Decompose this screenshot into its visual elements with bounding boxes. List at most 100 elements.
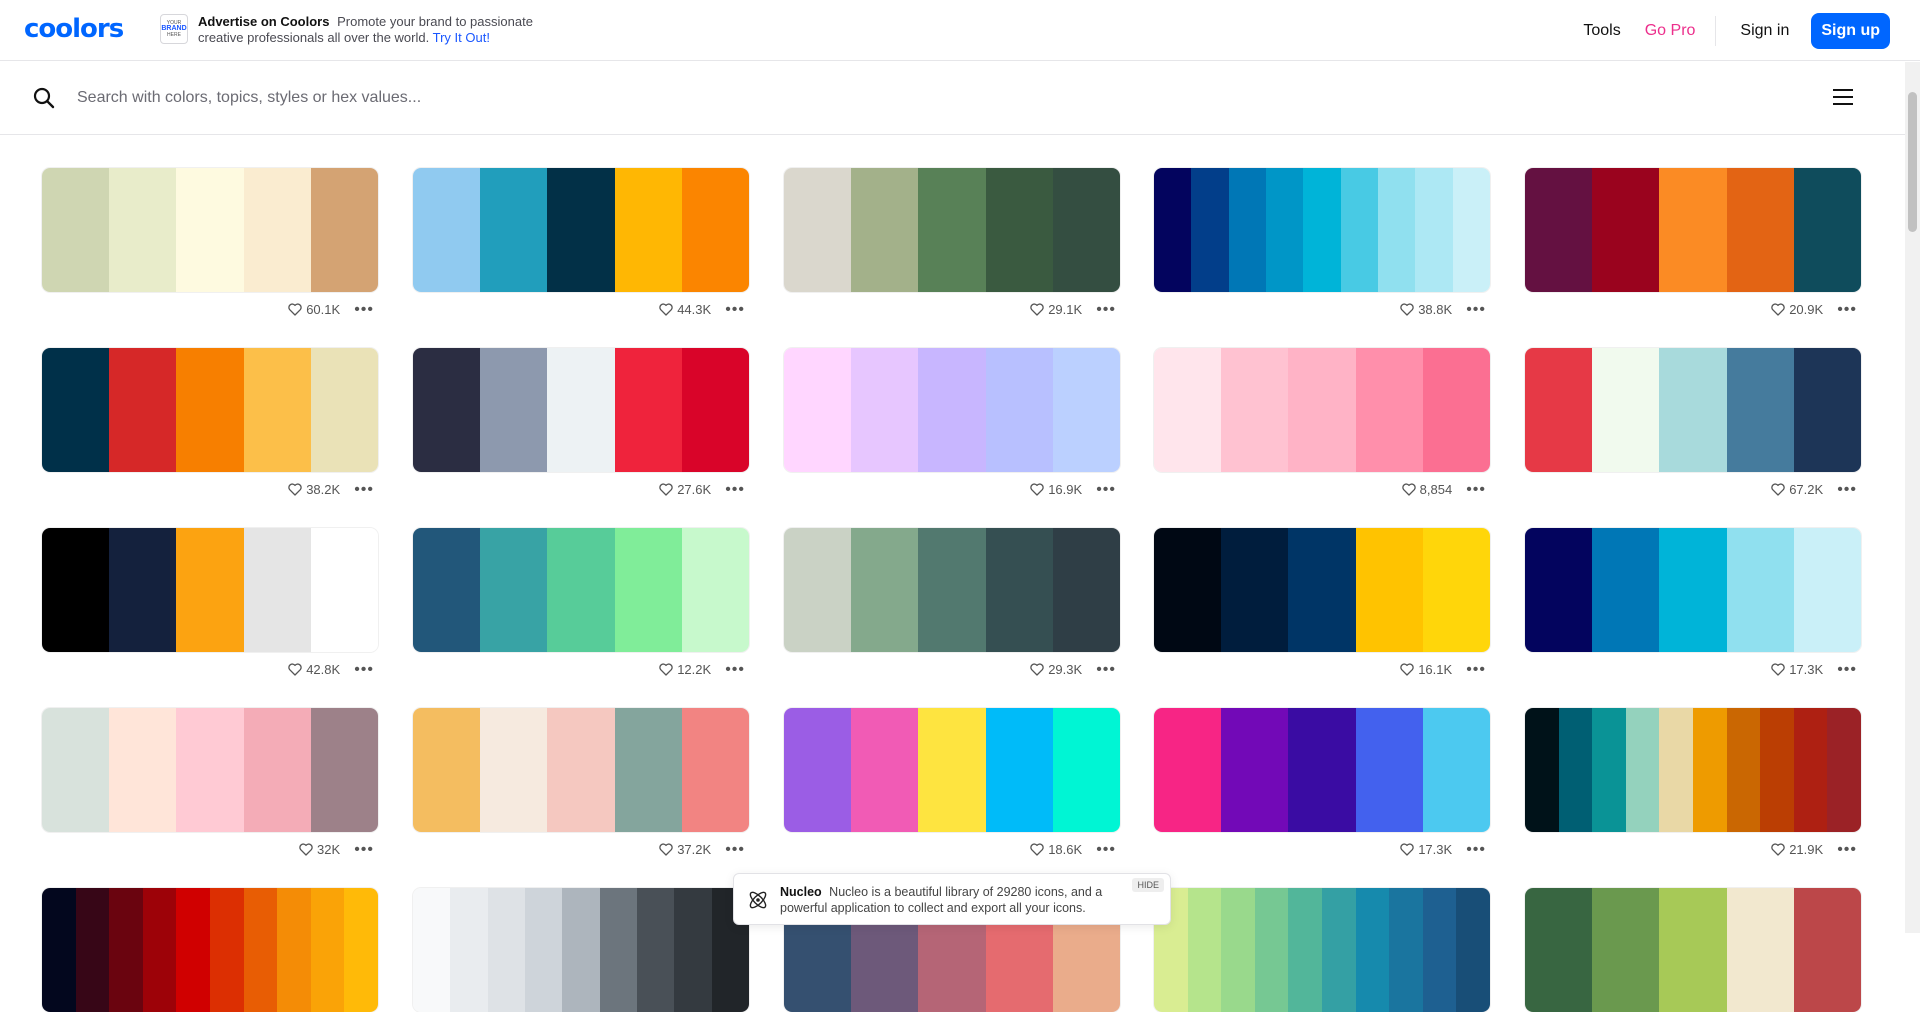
heart-icon[interactable]: [288, 303, 302, 316]
color-swatch[interactable]: [784, 348, 852, 472]
heart-icon[interactable]: [659, 303, 673, 316]
color-swatch[interactable]: [614, 708, 682, 832]
color-swatch[interactable]: [1154, 168, 1192, 292]
color-swatch[interactable]: [310, 348, 378, 472]
color-swatch[interactable]: [1415, 168, 1453, 292]
heart-icon[interactable]: [299, 843, 313, 856]
heart-icon[interactable]: [1400, 843, 1414, 856]
color-swatch[interactable]: [985, 348, 1053, 472]
color-swatch[interactable]: [1452, 168, 1490, 292]
color-swatch[interactable]: [1355, 528, 1423, 652]
color-swatch[interactable]: [1422, 888, 1457, 1012]
color-swatch[interactable]: [109, 708, 177, 832]
palette-card[interactable]: 16.9K •••: [784, 348, 1120, 497]
color-swatch[interactable]: [1592, 708, 1626, 832]
palette-swatches[interactable]: [784, 348, 1120, 472]
scrollbar-thumb[interactable]: [1908, 92, 1917, 232]
color-swatch[interactable]: [918, 348, 986, 472]
heart-icon[interactable]: [659, 843, 673, 856]
color-swatch[interactable]: [524, 888, 563, 1012]
color-swatch[interactable]: [1659, 888, 1727, 1012]
color-swatch[interactable]: [985, 168, 1053, 292]
color-swatch[interactable]: [1288, 348, 1356, 472]
heart-icon[interactable]: [1401, 483, 1416, 496]
ad-banner[interactable]: YOUR BRAND HERE Advertise on Coolors Pro…: [160, 14, 558, 46]
color-swatch[interactable]: [176, 708, 244, 832]
color-swatch[interactable]: [243, 528, 311, 652]
more-options-icon[interactable]: •••: [725, 661, 745, 677]
color-swatch[interactable]: [1592, 348, 1660, 472]
color-swatch[interactable]: [42, 528, 110, 652]
page-scrollbar[interactable]: [1905, 62, 1920, 933]
color-swatch[interactable]: [1422, 708, 1490, 832]
color-swatch[interactable]: [681, 708, 749, 832]
color-swatch[interactable]: [176, 348, 244, 472]
color-swatch[interactable]: [681, 168, 749, 292]
palette-swatches[interactable]: [1525, 888, 1861, 1012]
palette-swatches[interactable]: [784, 708, 1120, 832]
palette-card[interactable]: 18.6K •••: [784, 708, 1120, 857]
popup-hide-button[interactable]: HIDE: [1132, 878, 1164, 892]
palette-swatches[interactable]: [413, 528, 749, 652]
color-swatch[interactable]: [1321, 888, 1356, 1012]
more-options-icon[interactable]: •••: [354, 841, 374, 857]
color-swatch[interactable]: [599, 888, 637, 1012]
color-swatch[interactable]: [1793, 528, 1861, 652]
color-swatch[interactable]: [1389, 888, 1423, 1012]
color-swatch[interactable]: [1525, 348, 1593, 472]
color-swatch[interactable]: [547, 528, 615, 652]
palette-swatches[interactable]: [1525, 168, 1861, 292]
color-swatch[interactable]: [344, 888, 378, 1012]
color-swatch[interactable]: [851, 348, 919, 472]
color-swatch[interactable]: [1228, 168, 1266, 292]
color-swatch[interactable]: [1422, 348, 1490, 472]
palette-card[interactable]: 12.2K •••: [413, 528, 749, 677]
more-options-icon[interactable]: •••: [354, 481, 374, 497]
palette-card[interactable]: 32K •••: [42, 708, 378, 857]
more-options-icon[interactable]: •••: [1837, 301, 1857, 317]
palette-swatches[interactable]: [1154, 708, 1490, 832]
color-swatch[interactable]: [1254, 888, 1289, 1012]
more-options-icon[interactable]: •••: [1466, 661, 1486, 677]
palette-card[interactable]: 29.3K •••: [784, 528, 1120, 677]
color-swatch[interactable]: [1659, 168, 1727, 292]
color-swatch[interactable]: [681, 528, 749, 652]
color-swatch[interactable]: [1525, 528, 1593, 652]
color-swatch[interactable]: [614, 528, 682, 652]
heart-icon[interactable]: [1030, 303, 1044, 316]
heart-icon[interactable]: [288, 483, 302, 496]
color-swatch[interactable]: [42, 888, 76, 1012]
color-swatch[interactable]: [1592, 528, 1660, 652]
palette-card[interactable]: 38.2K •••: [42, 348, 378, 497]
color-swatch[interactable]: [75, 888, 110, 1012]
color-swatch[interactable]: [1726, 168, 1794, 292]
color-swatch[interactable]: [1221, 528, 1289, 652]
palette-swatches[interactable]: [1525, 528, 1861, 652]
color-swatch[interactable]: [851, 708, 919, 832]
color-swatch[interactable]: [277, 888, 311, 1012]
color-swatch[interactable]: [413, 168, 481, 292]
color-swatch[interactable]: [142, 888, 177, 1012]
ad-link[interactable]: Try It Out!: [433, 30, 490, 45]
color-swatch[interactable]: [562, 888, 600, 1012]
color-swatch[interactable]: [1592, 888, 1660, 1012]
color-swatch[interactable]: [1052, 348, 1120, 472]
color-swatch[interactable]: [851, 168, 919, 292]
palette-swatches[interactable]: [1525, 708, 1861, 832]
color-swatch[interactable]: [918, 168, 986, 292]
more-options-icon[interactable]: •••: [354, 661, 374, 677]
more-options-icon[interactable]: •••: [1837, 841, 1857, 857]
color-swatch[interactable]: [784, 708, 852, 832]
color-swatch[interactable]: [209, 888, 244, 1012]
heart-icon[interactable]: [288, 663, 302, 676]
color-swatch[interactable]: [1288, 708, 1356, 832]
color-swatch[interactable]: [310, 708, 378, 832]
palette-card[interactable]: 67.2K •••: [1525, 348, 1861, 497]
palette-card[interactable]: 37.2K •••: [413, 708, 749, 857]
color-swatch[interactable]: [1525, 168, 1593, 292]
color-swatch[interactable]: [1525, 888, 1593, 1012]
nav-tools[interactable]: Tools: [1583, 22, 1620, 40]
palette-swatches[interactable]: [784, 168, 1120, 292]
more-options-icon[interactable]: •••: [725, 481, 745, 497]
color-swatch[interactable]: [1154, 528, 1222, 652]
